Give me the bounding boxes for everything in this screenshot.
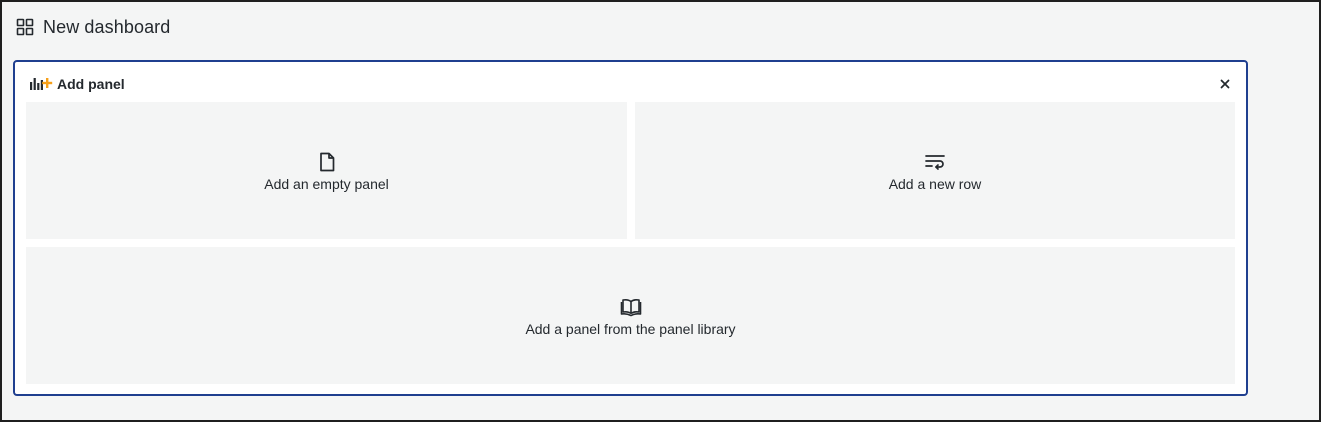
dashboard-canvas: New dashboard Add panel Add an empty pan…: [0, 0, 1321, 422]
wrap-text-icon: [923, 150, 947, 174]
add-panel-header: Add panel: [29, 74, 1236, 94]
book-open-icon: [619, 295, 643, 319]
dashboard-grid-icon: [16, 18, 34, 36]
add-new-row-button[interactable]: Add a new row: [635, 102, 1235, 239]
add-new-row-label: Add a new row: [888, 175, 982, 192]
add-panel-title: Add panel: [57, 76, 125, 92]
add-library-panel-label: Add a panel from the panel library: [525, 320, 736, 337]
page-title: New dashboard: [43, 16, 171, 37]
file-icon: [315, 150, 339, 174]
add-library-panel-button[interactable]: Add a panel from the panel library: [26, 247, 1235, 384]
close-icon: [1220, 79, 1230, 89]
add-empty-panel-label: Add an empty panel: [264, 175, 389, 192]
add-panel-card: Add panel Add an empty panel Add a new r…: [13, 60, 1248, 396]
add-panel-icon: [29, 76, 53, 92]
add-empty-panel-button[interactable]: Add an empty panel: [26, 102, 627, 239]
dashboard-header: New dashboard: [16, 16, 170, 38]
close-button[interactable]: [1216, 75, 1234, 93]
